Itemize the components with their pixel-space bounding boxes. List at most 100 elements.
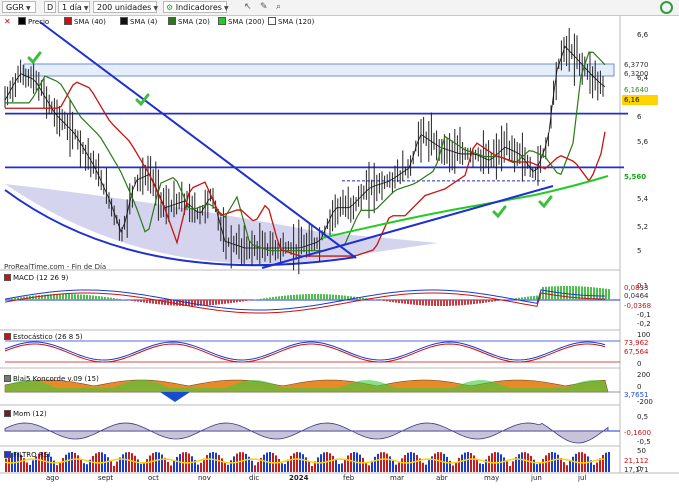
macd-histogram-bar [455,300,457,306]
rsi-bar [332,455,334,472]
timeframe-label: 1 día [62,3,82,12]
panel-title-koncorde[interactable]: Blai5 Koncorde v.09 (15) [4,374,99,385]
rsi-bar [164,457,166,472]
rsi-bar [116,461,118,472]
rsi-bar [80,458,82,472]
panel-title-macd[interactable]: MACD (12 26 9) [4,273,68,284]
legend-sma4[interactable]: SMA (4) [120,17,157,27]
rsi-bar [56,465,58,472]
macd-histogram-bar [497,300,499,301]
rsi-bar [557,454,559,472]
legend-sma120[interactable]: SMA (120) [268,17,314,27]
rsi-bar [212,452,214,472]
panel-title-mom[interactable]: Mom (12) [4,409,47,420]
panel-title-text: Estocástico (26 8 5) [13,333,83,341]
x-tick-label: abr [436,474,448,482]
check-mark-icon [492,205,507,219]
rsi-bar [395,464,397,472]
macd-histogram-bar [335,294,337,300]
draw-tool-icon[interactable]: ✎ [260,2,268,12]
rsi-bar [560,457,562,472]
macd-tick: -0,2 [637,320,651,328]
rsi-bar [155,452,157,472]
x-tick-label: 2024 [289,474,309,482]
macd-histogram-bar [35,295,37,300]
legend-swatch [64,17,72,25]
macd-histogram-bar [338,295,340,300]
chevron-down-icon: ▼ [83,5,89,12]
legend-label: SMA (40) [74,18,106,26]
rsi-bar [434,453,436,472]
pointer-icon[interactable]: ↖ [244,2,252,12]
macd-histogram-bar [506,299,508,300]
price-tick: 5 [637,247,642,255]
rsi-bar [257,462,259,472]
chart-canvas[interactable] [0,0,679,489]
rsi-bar [416,455,418,472]
macd-histogram-bar [329,294,331,300]
macd-histogram-bar [416,300,418,305]
macd-histogram-bar [488,300,490,303]
price-tag-sma200: 5,560 [624,173,647,181]
rsi-bar [290,455,292,472]
macd-histogram-bar [569,286,571,300]
macd-histogram-bar [386,300,388,302]
legend-sma200[interactable]: SMA (200) [218,17,264,27]
legend-swatch [168,17,176,25]
macd-histogram-bar [257,299,259,300]
macd-histogram-bar [332,294,334,300]
macd-histogram-bar [293,294,295,300]
rsi-bar [482,463,484,472]
zoom-icon[interactable]: ⌕ [276,2,281,12]
legend-price[interactable]: Precio [18,17,49,27]
close-panel-icon[interactable]: ✕ [4,17,11,26]
macd-histogram-bar [551,286,553,300]
macd-histogram-bar [467,300,469,305]
macd-histogram-bar [314,294,316,300]
chevron-down-icon: ▼ [153,5,158,12]
rsi-bar [476,459,478,472]
macd-histogram-bar [239,300,241,302]
macd-histogram-bar [341,295,343,300]
macd-histogram-bar [593,287,595,300]
rsi-bar [275,455,277,472]
legend-label: SMA (4) [130,18,158,26]
ticker-selector[interactable]: GGR ▼ [2,1,36,13]
macd-histogram-bar [212,300,214,305]
mode-button[interactable]: D [44,1,56,13]
panel-swatch [4,333,11,340]
rsi-bar [512,461,514,472]
macd-histogram-bar [449,300,451,306]
macd-histogram-bar [305,294,307,300]
macd-histogram-bar [221,300,223,305]
rsi-bar [518,454,520,472]
macd-histogram-bar [68,294,70,300]
panel-title-stoch[interactable]: Estocástico (26 8 5) [4,332,83,343]
indicators-button[interactable]: ⚙ Indicadores ▼ [163,1,229,13]
legend-sma20[interactable]: SMA (20) [168,17,210,27]
panel-title-text: MACD (12 26 9) [13,274,69,282]
rsi-bar [110,461,112,472]
macd-histogram-bar [230,300,232,304]
panel-title-rsi[interactable]: FILTRO RSI [4,450,50,461]
rsi-bar [218,454,220,472]
macd-histogram-bar [143,300,145,303]
price-tick: 6 [637,113,642,121]
units-selector[interactable]: 200 unidades ▼ [93,1,158,13]
macd-histogram-bar [218,300,220,305]
macd-histogram-bar [245,300,247,301]
source-label: ProRealTime.com - Fin de Día [4,263,107,271]
macd-histogram-bar [479,300,481,304]
rsi-bar [455,461,457,472]
rsi-bar [230,460,232,472]
macd-histogram-bar [206,300,208,306]
rsi-bar [206,455,208,472]
rsi-bar [470,453,472,472]
macd-tag: 0,0464 [624,292,649,300]
timeframe-selector[interactable]: 1 día ▼ [58,1,90,13]
macd-histogram-bar [344,295,346,300]
legend-sma40[interactable]: SMA (40) [64,17,106,27]
macd-histogram-bar [80,294,82,300]
rsi-bar [464,452,466,472]
rsi-bar [539,463,541,472]
